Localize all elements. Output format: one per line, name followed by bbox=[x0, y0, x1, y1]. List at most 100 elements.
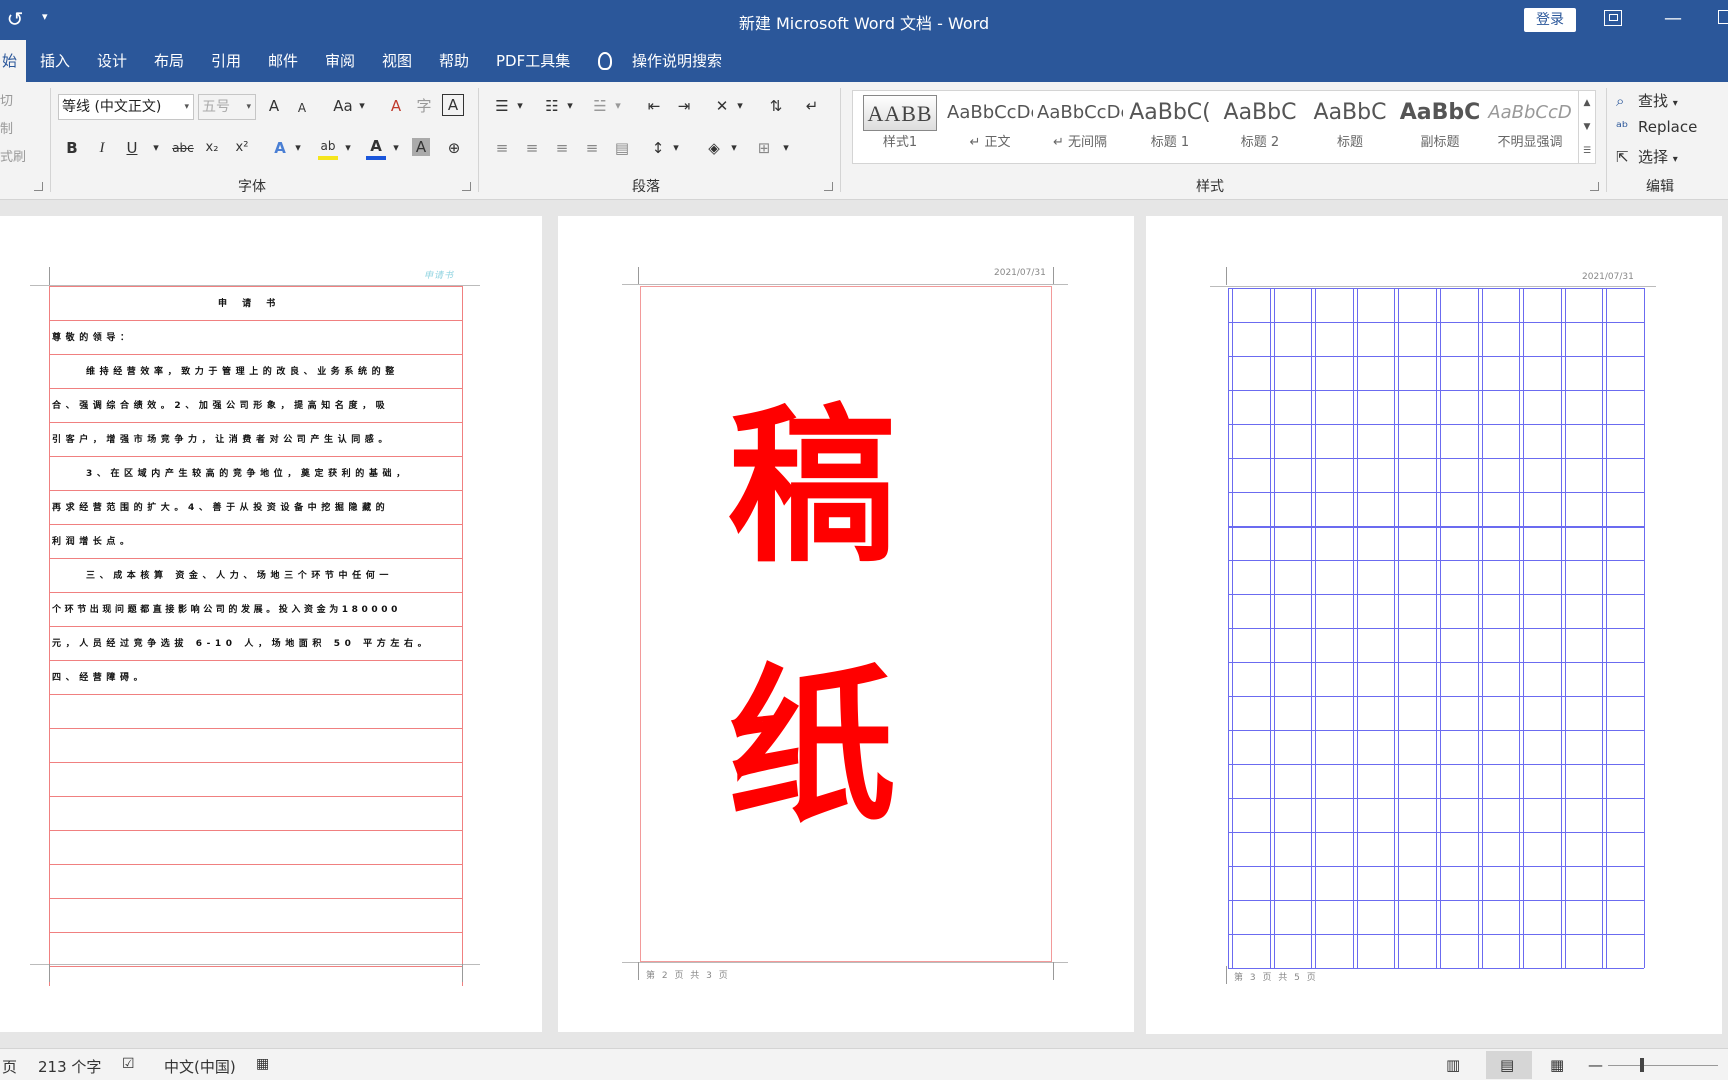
tab-review[interactable]: 审阅 bbox=[325, 40, 355, 82]
page-1[interactable]: 申请书 申 请 书 尊敬的领导： 维持经营效率，致力于管理上的改良、业务系统的整合… bbox=[0, 216, 542, 1032]
cut-button[interactable]: 切 bbox=[0, 90, 13, 109]
sort-icon[interactable]: ⇅ bbox=[764, 94, 788, 118]
text-effects-icon[interactable]: A bbox=[268, 136, 292, 160]
tab-insert[interactable]: 插入 bbox=[40, 40, 70, 82]
styles-launcher-icon[interactable] bbox=[1590, 182, 1599, 191]
copy-button[interactable]: 制 bbox=[0, 118, 13, 137]
page-2[interactable]: 2021/07/31 稿 纸 第 2 页 共 3 页 bbox=[558, 216, 1134, 1032]
minimize-button[interactable]: — bbox=[1664, 8, 1682, 29]
restore-button[interactable] bbox=[1718, 10, 1728, 24]
page-3[interactable]: 2021/07/31 第 3 页 共 5 页 bbox=[1146, 216, 1722, 1034]
justify-icon[interactable]: ≡ bbox=[580, 136, 604, 160]
line-spacing-icon[interactable]: ↕ bbox=[646, 136, 670, 160]
style-item[interactable]: AaBbCcDc ↵ 无间隔 bbox=[1037, 95, 1123, 161]
tab-mailings[interactable]: 邮件 bbox=[268, 40, 298, 82]
shading-dropdown[interactable]: ▾ bbox=[728, 136, 740, 160]
clear-formatting-icon[interactable]: A bbox=[384, 94, 408, 118]
multilevel-list-icon[interactable]: ☱ bbox=[588, 94, 612, 118]
underline-button[interactable]: U bbox=[120, 136, 144, 160]
grid-row-line bbox=[1228, 866, 1644, 867]
style-item[interactable]: AABB 样式1 bbox=[857, 95, 943, 161]
character-border-icon[interactable]: A bbox=[442, 94, 464, 116]
strikethrough-button[interactable]: abc bbox=[168, 136, 198, 160]
zoom-thumb[interactable] bbox=[1640, 1058, 1644, 1072]
increase-indent-icon[interactable]: ⇥ bbox=[672, 94, 696, 118]
styles-more-icon[interactable]: ☰ bbox=[1579, 139, 1595, 163]
chinese-layout-dropdown[interactable]: ▾ bbox=[734, 94, 746, 118]
grow-font-icon[interactable]: A bbox=[262, 94, 286, 118]
bold-button[interactable]: B bbox=[60, 136, 84, 160]
superscript-button[interactable]: x² bbox=[230, 136, 254, 160]
borders-dropdown[interactable]: ▾ bbox=[780, 136, 792, 160]
decrease-indent-icon[interactable]: ⇤ bbox=[642, 94, 666, 118]
zoom-out-button[interactable]: — bbox=[1588, 1056, 1603, 1074]
tab-references[interactable]: 引用 bbox=[211, 40, 241, 82]
find-dropdown[interactable]: ▾ bbox=[1673, 98, 1678, 109]
web-layout-icon[interactable]: ▦ bbox=[1550, 1056, 1564, 1074]
paragraph-launcher-icon[interactable] bbox=[824, 182, 833, 191]
styles-down-icon[interactable]: ▼ bbox=[1579, 115, 1595, 139]
proofing-icon[interactable]: ☑ bbox=[122, 1056, 135, 1072]
change-case-icon[interactable]: Aa bbox=[328, 94, 358, 118]
tab-layout[interactable]: 布局 bbox=[154, 40, 184, 82]
paragraph-shading-icon[interactable]: ◈ bbox=[702, 136, 726, 160]
tab-pdf-tools[interactable]: PDF工具集 bbox=[496, 40, 570, 82]
style-item[interactable]: AaBbCcDc ↵ 正文 bbox=[947, 95, 1033, 161]
tab-design[interactable]: 设计 bbox=[97, 40, 127, 82]
style-item[interactable]: AaBbCcD 不明显强调 bbox=[1487, 95, 1573, 161]
style-item[interactable]: AaBbC(标题 1 bbox=[1127, 95, 1213, 161]
select-button[interactable]: ⇱ 选择 ▾ bbox=[1616, 146, 1678, 167]
chinese-layout-icon[interactable]: ✕ bbox=[710, 94, 734, 118]
phonetic-guide-icon[interactable]: 字 bbox=[412, 94, 436, 118]
styles-up-icon[interactable]: ▲ bbox=[1579, 91, 1595, 115]
highlight-icon[interactable]: ab bbox=[316, 134, 340, 158]
character-shading-icon[interactable]: A bbox=[412, 138, 430, 156]
text-effects-dropdown[interactable]: ▾ bbox=[292, 136, 304, 160]
language[interactable]: 中文(中国) bbox=[164, 1056, 236, 1077]
font-name-combo[interactable]: 等线 (中文正文) ▾ bbox=[58, 94, 194, 120]
read-mode-icon[interactable]: ▥ bbox=[1446, 1056, 1460, 1074]
font-color-dropdown[interactable]: ▾ bbox=[390, 136, 402, 160]
numbering-dropdown[interactable]: ▾ bbox=[564, 94, 576, 118]
font-launcher-icon[interactable] bbox=[462, 182, 471, 191]
align-center-icon[interactable]: ≡ bbox=[520, 136, 544, 160]
align-right-icon[interactable]: ≡ bbox=[550, 136, 574, 160]
clipboard-launcher-icon[interactable] bbox=[34, 182, 43, 191]
shrink-font-icon[interactable]: A bbox=[290, 96, 314, 120]
style-item[interactable]: AaBbC 标题 bbox=[1307, 95, 1393, 161]
italic-button[interactable]: I bbox=[90, 136, 114, 160]
font-size-combo[interactable]: 五号 ▾ bbox=[198, 94, 256, 120]
tab-home[interactable]: 始 bbox=[0, 40, 26, 82]
show-marks-icon[interactable]: ↵ bbox=[800, 94, 824, 118]
page-indicator[interactable]: 页 bbox=[2, 1056, 17, 1077]
numbering-icon[interactable]: ☷ bbox=[540, 94, 564, 118]
bullets-icon[interactable]: ☰ bbox=[490, 94, 514, 118]
tab-help[interactable]: 帮助 bbox=[439, 40, 469, 82]
bullets-dropdown[interactable]: ▾ bbox=[514, 94, 526, 118]
login-button[interactable]: 登录 bbox=[1524, 8, 1576, 32]
tab-view[interactable]: 视图 bbox=[382, 40, 412, 82]
font-color-icon[interactable]: A bbox=[364, 134, 388, 158]
underline-dropdown[interactable]: ▾ bbox=[150, 136, 162, 160]
find-button[interactable]: ⌕ 查找 ▾ bbox=[1616, 90, 1678, 111]
zoom-slider[interactable] bbox=[1608, 1065, 1718, 1066]
tell-me-search[interactable]: 操作说明搜索 bbox=[632, 40, 722, 82]
style-item[interactable]: AaBbC 副标题 bbox=[1397, 95, 1483, 161]
style-item[interactable]: AaBbC 标题 2 bbox=[1217, 95, 1303, 161]
ribbon-display-options-icon[interactable] bbox=[1604, 10, 1622, 26]
line-spacing-dropdown[interactable]: ▾ bbox=[670, 136, 682, 160]
highlight-dropdown[interactable]: ▾ bbox=[342, 136, 354, 160]
format-painter-button[interactable]: 式刷 bbox=[0, 146, 26, 165]
select-dropdown[interactable]: ▾ bbox=[1673, 154, 1678, 165]
distributed-icon[interactable]: ▤ bbox=[610, 136, 634, 160]
macro-icon[interactable]: ▦ bbox=[256, 1056, 269, 1072]
borders-icon[interactable]: ⊞ bbox=[752, 136, 776, 160]
align-left-icon[interactable]: ≡ bbox=[490, 136, 514, 160]
subscript-button[interactable]: x₂ bbox=[200, 136, 224, 160]
replace-button[interactable]: ᵃᵇ Replace bbox=[1616, 118, 1697, 136]
styles-scroll[interactable]: ▲ ▼ ☰ bbox=[1578, 90, 1596, 164]
word-count[interactable]: 213 个字 bbox=[38, 1056, 101, 1077]
multilevel-dropdown[interactable]: ▾ bbox=[612, 94, 624, 118]
change-case-dropdown[interactable]: ▾ bbox=[356, 94, 368, 118]
enclose-characters-icon[interactable]: ⊕ bbox=[442, 136, 466, 160]
